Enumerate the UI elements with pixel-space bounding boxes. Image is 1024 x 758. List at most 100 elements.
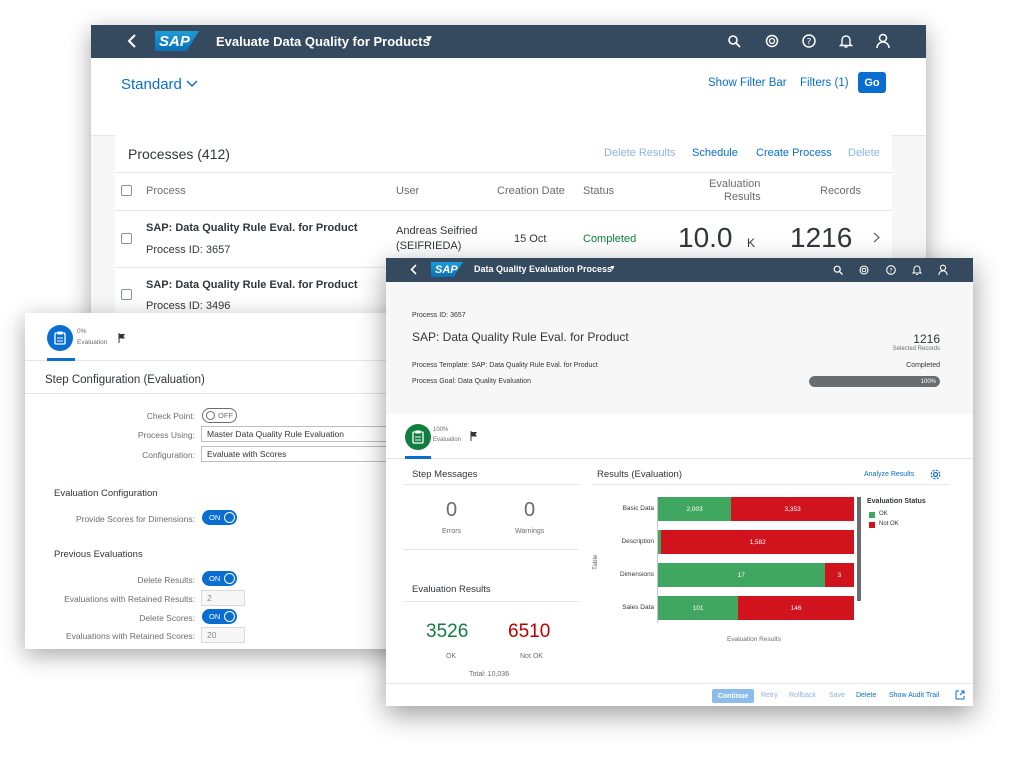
rollback-button[interactable]: Rollback	[789, 692, 816, 699]
switch-state: ON	[209, 574, 221, 583]
progress-label: 100%	[920, 378, 936, 385]
filters-button[interactable]: Filters (1)	[800, 77, 849, 89]
app-title[interactable]: Evaluate Data Quality for Products	[216, 34, 430, 49]
divider	[25, 393, 411, 394]
process-name: SAP: Data Quality Rule Eval. for Product	[146, 279, 358, 291]
show-filter-bar-link[interactable]: Show Filter Bar	[708, 77, 787, 89]
switch-state: OFF	[218, 411, 233, 420]
retry-button[interactable]: Retry	[761, 692, 778, 699]
step-indicator	[405, 456, 431, 459]
notification-icon[interactable]	[912, 264, 922, 276]
divider	[404, 549, 579, 550]
chevron-down-icon[interactable]	[186, 80, 198, 88]
step-configuration-window: 0% Evaluation Step Configuration (Evalua…	[25, 313, 411, 649]
bar-ok[interactable]: 2,003	[658, 497, 732, 521]
warnings-count: 0	[524, 499, 536, 521]
delete-button[interactable]: Delete	[848, 147, 880, 159]
col-records[interactable]: Records	[820, 185, 861, 197]
legend-ok[interactable]: OK	[879, 511, 888, 517]
evaluation-process-window: SAP Data Quality Evaluation Process ▼ ? …	[386, 258, 973, 706]
data-label: 146	[790, 604, 802, 612]
col-status[interactable]: Status	[583, 185, 614, 197]
row-checkbox[interactable]	[121, 233, 132, 244]
provide-scores-switch[interactable]: ON	[202, 510, 237, 525]
title-dropdown-icon[interactable]: ▼	[609, 265, 616, 272]
row-navigation-icon[interactable]	[873, 232, 880, 243]
step-percent: 0%	[77, 328, 87, 335]
continue-button[interactable]: Continue	[712, 689, 754, 703]
bar-ok[interactable]: 101	[658, 596, 739, 620]
process-using-select[interactable]: Master Data Quality Rule Evaluation	[201, 426, 411, 442]
divider	[404, 601, 579, 602]
bar-not-ok[interactable]: 1,582	[661, 530, 854, 554]
copilot-icon[interactable]	[765, 34, 779, 48]
schedule-button[interactable]: Schedule	[692, 147, 738, 159]
col-user[interactable]: User	[396, 185, 419, 197]
bar-not-ok[interactable]: 3	[824, 563, 854, 587]
category-label: Description	[621, 538, 654, 545]
row-checkbox[interactable]	[121, 289, 132, 300]
records-value: 1216	[790, 222, 853, 253]
user-icon[interactable]	[876, 33, 890, 49]
title-dropdown-icon[interactable]: ▼	[424, 34, 434, 45]
help-icon[interactable]: ?	[802, 34, 816, 48]
process-flow: 100% Evaluation	[386, 414, 973, 459]
switch-knob	[224, 611, 235, 622]
retained-scores-input[interactable]: 20	[201, 627, 245, 643]
user-icon[interactable]	[938, 264, 948, 276]
app-title[interactable]: Data Quality Evaluation Process	[474, 264, 612, 274]
clipboard-icon[interactable]	[47, 325, 73, 351]
go-button[interactable]: Go	[858, 72, 886, 93]
user-name: Andreas Seifried	[396, 225, 478, 237]
col-process[interactable]: Process	[146, 185, 186, 197]
back-icon[interactable]	[410, 264, 417, 275]
clipboard-icon[interactable]	[405, 424, 431, 450]
flag-icon	[470, 431, 478, 441]
table-header: Process User Creation Date Status Evalua…	[115, 172, 892, 211]
step-name: Evaluation	[77, 339, 108, 346]
save-button[interactable]: Save	[829, 692, 845, 699]
create-process-button[interactable]: Create Process	[756, 147, 832, 159]
eval-results-unit: K	[747, 236, 756, 250]
retained-results-input[interactable]: 2	[201, 590, 245, 606]
legend-not-ok[interactable]: Not OK	[879, 521, 899, 527]
divider	[592, 484, 949, 485]
show-audit-trail-button[interactable]: Show Audit Trail	[889, 692, 939, 699]
switch-knob	[224, 573, 235, 584]
eval-config-title: Evaluation Configuration	[54, 488, 158, 499]
bar-not-ok[interactable]: 3,353	[731, 497, 854, 521]
ok-label: OK	[446, 653, 457, 660]
select-all-checkbox[interactable]	[121, 185, 132, 196]
col-eval-results[interactable]: Evaluation	[709, 178, 760, 190]
bar-ok[interactable]: 17	[658, 563, 825, 587]
copilot-icon[interactable]	[859, 265, 869, 275]
notification-icon[interactable]	[839, 33, 853, 49]
bar-not-ok[interactable]: 146	[738, 596, 854, 620]
divider	[404, 484, 579, 485]
col-creation-date[interactable]: Creation Date	[497, 185, 565, 197]
back-icon[interactable]	[123, 32, 141, 50]
search-icon[interactable]	[833, 265, 843, 275]
variant-selector[interactable]: Standard	[121, 76, 182, 93]
configuration-select[interactable]: Evaluate with Scores	[201, 446, 411, 462]
process-template: Process Template: SAP: Data Quality Rule…	[412, 362, 598, 369]
share-icon[interactable]	[955, 690, 965, 700]
settings-gear-icon[interactable]	[930, 469, 941, 480]
help-icon[interactable]: ?	[886, 265, 896, 275]
delete-scores-switch[interactable]: ON	[202, 609, 237, 624]
warnings-label: Warnings	[515, 528, 545, 535]
delete-results-switch[interactable]: ON	[202, 571, 237, 586]
delete-results-button[interactable]: Delete Results	[604, 147, 676, 159]
data-label: 3	[837, 571, 842, 579]
analyze-results-link[interactable]: Analyze Results	[864, 471, 914, 478]
category-label: Sales Data	[622, 604, 654, 611]
process-id: Process ID: 3496	[146, 300, 231, 312]
process-goal: Process Goal: Data Quality Evaluation	[412, 378, 532, 385]
check-point-switch[interactable]: OFF	[202, 408, 237, 423]
processes-title: Processes (412)	[128, 146, 230, 162]
step-indicator	[47, 358, 75, 361]
delete-button[interactable]: Delete	[856, 692, 876, 699]
search-icon[interactable]	[727, 34, 741, 48]
legend-scrollbar[interactable]	[857, 497, 861, 601]
step-messages-title: Step Messages	[412, 469, 478, 480]
